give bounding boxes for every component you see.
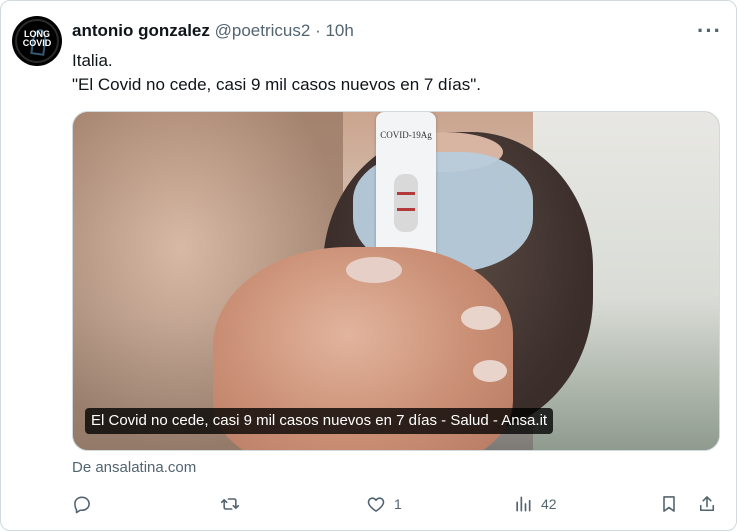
thumbnail bbox=[346, 257, 402, 283]
heart-icon bbox=[367, 497, 385, 512]
views-count: 42 bbox=[541, 496, 557, 512]
tweet-text: Italia. "El Covid no cede, casi 9 mil ca… bbox=[72, 49, 481, 97]
tweet-header: antonio gonzalez @poetricus2 · 10h bbox=[72, 20, 354, 42]
views-icon bbox=[516, 496, 531, 512]
author-name[interactable]: antonio gonzalez bbox=[72, 21, 210, 40]
tweet-line-2: "El Covid no cede, casi 9 mil casos nuev… bbox=[72, 75, 481, 94]
reply-button[interactable] bbox=[72, 490, 92, 518]
reply-icon bbox=[74, 496, 90, 514]
separator-dot: · bbox=[315, 21, 321, 40]
bookmark-icon bbox=[663, 496, 675, 512]
action-bar: 1 42 bbox=[72, 490, 722, 518]
fingernail bbox=[461, 306, 501, 330]
bookmark-button[interactable] bbox=[659, 490, 679, 518]
link-card-image[interactable]: COVID-19Ag El Covid no cede, casi 9 mil … bbox=[72, 111, 720, 451]
like-count: 1 bbox=[394, 496, 402, 512]
fingernail bbox=[473, 360, 507, 382]
tweet-line-1: Italia. bbox=[72, 51, 113, 70]
share-button[interactable] bbox=[697, 490, 717, 518]
test-window bbox=[394, 174, 418, 232]
tweet-time[interactable]: 10h bbox=[325, 21, 353, 40]
author-handle[interactable]: @poetricus2 bbox=[215, 21, 311, 40]
test-label: COVID-19Ag bbox=[380, 130, 432, 140]
link-source[interactable]: De ansalatina.com bbox=[72, 458, 196, 478]
retweet-icon bbox=[220, 498, 240, 510]
test-line-control bbox=[397, 192, 415, 195]
retweet-button[interactable] bbox=[220, 490, 240, 518]
test-line-result bbox=[397, 208, 415, 211]
like-button[interactable]: 1 bbox=[366, 490, 402, 518]
avatar-text-2: COVID bbox=[22, 38, 52, 48]
more-options-icon[interactable]: ··· bbox=[697, 20, 722, 42]
share-icon bbox=[699, 496, 715, 512]
views-button[interactable]: 42 bbox=[513, 490, 557, 518]
avatar[interactable]: LONG COVID bbox=[12, 16, 62, 66]
link-card-caption[interactable]: El Covid no cede, casi 9 mil casos nuevo… bbox=[85, 408, 554, 434]
